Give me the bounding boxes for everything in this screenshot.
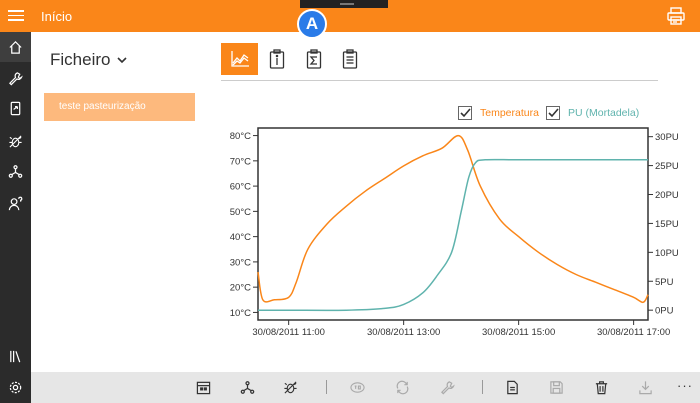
more-options-icon[interactable]: ··· bbox=[677, 378, 693, 393]
y-left-tick-label: 30°C bbox=[230, 257, 251, 268]
calendar-button[interactable] bbox=[196, 380, 211, 395]
wrench-icon bbox=[441, 381, 455, 395]
download-icon bbox=[639, 381, 652, 395]
separator bbox=[326, 380, 327, 394]
y-right-tick-label: 10PU bbox=[655, 248, 679, 259]
debug-button[interactable] bbox=[283, 380, 298, 395]
y-left-tick-label: 40°C bbox=[230, 232, 251, 243]
stop-icon bbox=[350, 382, 365, 393]
sync-icon bbox=[396, 380, 409, 395]
x-tick-label: 30/08/2011 17:00 bbox=[597, 327, 670, 338]
x-tick-label: 30/08/2011 11:00 bbox=[252, 327, 325, 338]
y-left-tick-label: 70°C bbox=[230, 156, 251, 167]
command-bar: ··· bbox=[31, 372, 700, 403]
y-left-tick-label: 20°C bbox=[230, 283, 251, 294]
delete-button[interactable] bbox=[594, 380, 609, 395]
network-icon bbox=[240, 381, 255, 394]
series-line-temperatura bbox=[257, 134, 649, 304]
y-left-tick-label: 50°C bbox=[230, 207, 251, 218]
document-icon bbox=[507, 380, 518, 395]
stop-button[interactable] bbox=[350, 380, 365, 395]
y-right-tick-label: 30PU bbox=[655, 132, 679, 143]
document-button[interactable] bbox=[505, 380, 520, 395]
separator bbox=[482, 380, 483, 394]
y-left-tick-label: 60°C bbox=[230, 182, 251, 193]
y-left-tick-label: 10°C bbox=[230, 308, 251, 319]
sync-button[interactable] bbox=[395, 380, 410, 395]
y-left-tick-label: 80°C bbox=[230, 131, 251, 142]
y-right-tick-label: 20PU bbox=[655, 190, 679, 201]
tools-button[interactable] bbox=[440, 380, 455, 395]
temperature-pu-chart: 10°C 20°C 30°C 40°C 50°C 60°C 70°C 80°C 0PU 5PU 1… bbox=[230, 127, 679, 338]
save-button[interactable] bbox=[549, 380, 564, 395]
trash-icon bbox=[595, 381, 608, 395]
plot-frame bbox=[257, 127, 649, 321]
download-button[interactable] bbox=[638, 380, 653, 395]
y-right-tick-label: 25PU bbox=[655, 161, 679, 172]
x-tick-label: 30/08/2011 15:00 bbox=[482, 327, 555, 338]
calendar-icon bbox=[196, 381, 211, 395]
y-right-tick-label: 5PU bbox=[655, 277, 674, 288]
y-right-tick-label: 15PU bbox=[655, 219, 679, 230]
y-right-tick-label: 0PU bbox=[655, 306, 674, 317]
x-tick-label: 30/08/2011 13:00 bbox=[367, 327, 440, 338]
save-icon bbox=[550, 381, 563, 394]
bug-icon bbox=[284, 381, 297, 394]
network-button[interactable] bbox=[240, 380, 255, 395]
series-line-pu bbox=[258, 158, 648, 312]
